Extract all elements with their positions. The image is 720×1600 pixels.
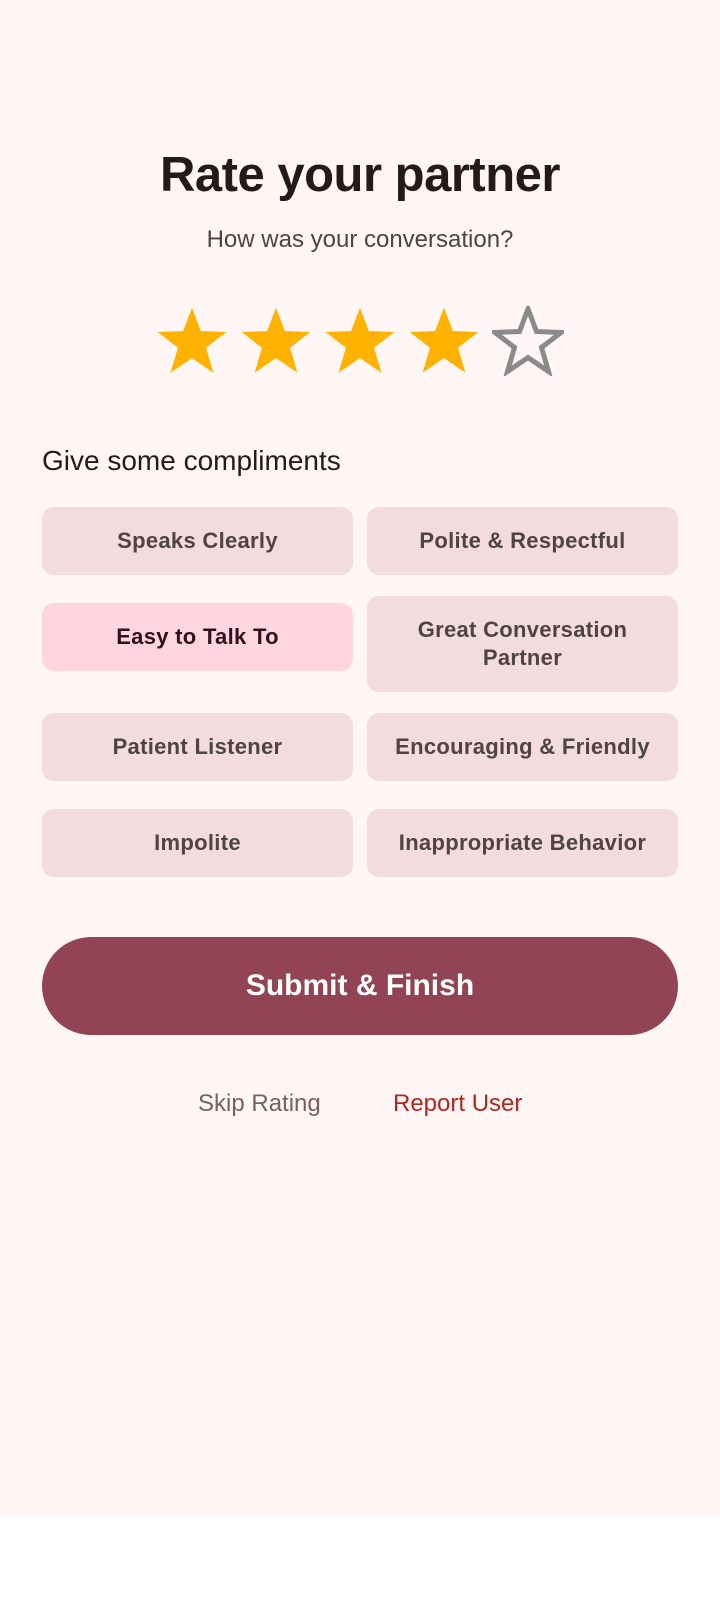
report-user-link[interactable]: Report User bbox=[393, 1090, 522, 1118]
submit-button[interactable]: Submit & Finish bbox=[42, 937, 678, 1035]
chip-speaks-clearly[interactable]: Speaks Clearly bbox=[42, 507, 353, 575]
chip-great-conversation-partner[interactable]: Great Conversation Partner bbox=[367, 596, 678, 692]
star-4-icon[interactable] bbox=[408, 306, 480, 376]
star-3-icon[interactable] bbox=[324, 306, 396, 376]
page-subtitle: How was your conversation? bbox=[206, 226, 514, 253]
star-2-icon[interactable] bbox=[240, 306, 312, 376]
page-title: Rate your partner bbox=[160, 148, 560, 202]
chip-impolite[interactable]: Impolite bbox=[42, 809, 353, 877]
skip-rating-link[interactable]: Skip Rating bbox=[198, 1090, 321, 1118]
star-rating bbox=[156, 306, 564, 376]
star-5-icon[interactable] bbox=[492, 306, 564, 376]
chip-patient-listener[interactable]: Patient Listener bbox=[42, 713, 353, 781]
star-1-icon[interactable] bbox=[156, 306, 228, 376]
chip-easy-to-talk-to[interactable]: Easy to Talk To bbox=[42, 603, 353, 671]
chip-polite-respectful[interactable]: Polite & Respectful bbox=[367, 507, 678, 575]
chip-inappropriate-behavior[interactable]: Inappropriate Behavior bbox=[367, 809, 678, 877]
compliments-heading: Give some compliments bbox=[42, 445, 341, 476]
rating-screen: Rate your partner How was your conversat… bbox=[0, 0, 720, 1516]
chip-encouraging-friendly[interactable]: Encouraging & Friendly bbox=[367, 713, 678, 781]
